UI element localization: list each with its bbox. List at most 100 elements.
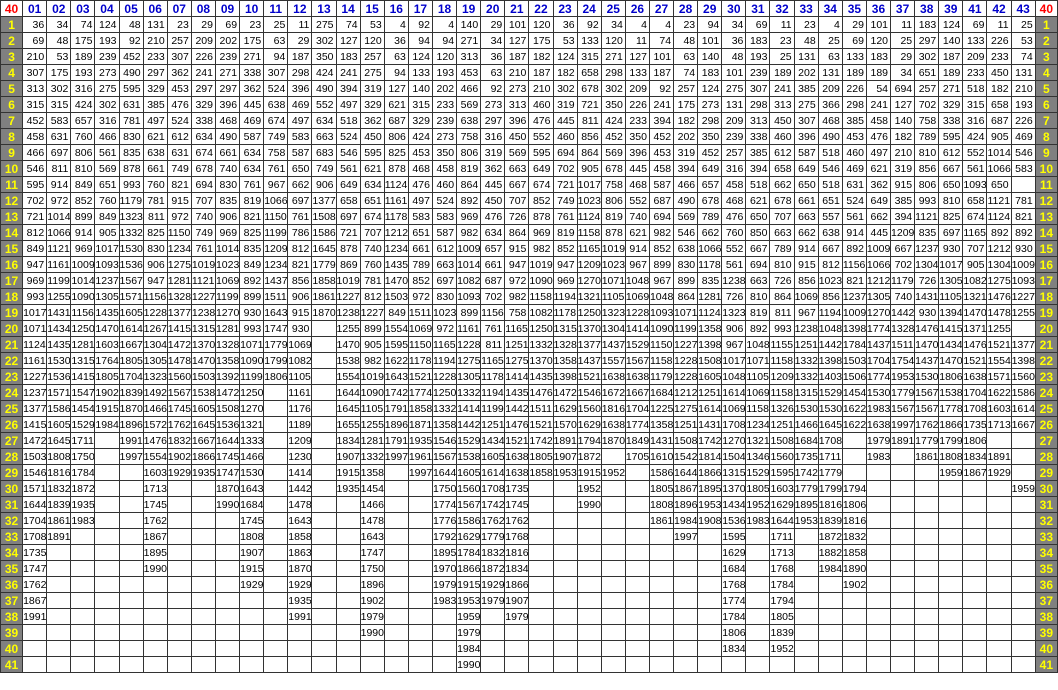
grid-cell — [914, 576, 940, 593]
grid-cell: 1858 — [407, 400, 433, 417]
grid-cell: 1019 — [335, 272, 361, 289]
grid-cell: 1858 — [287, 528, 313, 545]
grid-cell: 1547 — [70, 384, 96, 401]
grid-cell — [600, 624, 626, 641]
grid-cell: 749 — [552, 192, 578, 209]
grid-cell: 233 — [624, 112, 650, 129]
grid-cell — [841, 432, 867, 449]
grid-cell: 1069 — [624, 288, 650, 305]
grid-cell: 687 — [480, 272, 506, 289]
grid-cell: 1048 — [721, 368, 747, 385]
grid-cell: 1121 — [46, 240, 72, 257]
grid-cell: 468 — [624, 176, 650, 193]
grid-cell: 1997 — [673, 528, 699, 545]
grid-cell: 338 — [190, 112, 216, 129]
grid-cell: 298 — [287, 64, 313, 81]
grid-cell: 1861 — [648, 512, 675, 529]
grid-cell: 1228 — [673, 368, 699, 385]
grid-cell: 552 — [311, 96, 337, 113]
grid-cell: 1165 — [480, 352, 506, 369]
grid-cell: 1929 — [480, 576, 506, 593]
grid-cell — [914, 624, 940, 641]
grid-cell: 189 — [769, 64, 795, 81]
grid-cell — [600, 608, 626, 625]
row-label-left: 34 — [0, 544, 24, 561]
grid-cell — [263, 512, 289, 529]
grid-cell — [1010, 320, 1036, 337]
grid-cell — [311, 560, 337, 577]
grid-cell: 140 — [407, 80, 433, 97]
grid-cell: 1605 — [456, 464, 482, 481]
grid-cell — [986, 576, 1012, 593]
grid-cell: 1199 — [480, 400, 506, 417]
grid-cell: 1156 — [480, 304, 506, 321]
grid-cell — [311, 576, 337, 593]
grid-cell — [962, 640, 988, 657]
row-label-right: 21 — [1034, 336, 1058, 353]
grid-cell: 1165 — [576, 240, 602, 257]
grid-cell: 1839 — [118, 384, 144, 401]
grid-cell: 1093 — [648, 304, 675, 321]
grid-cell — [890, 608, 916, 625]
table-row: 16 947 1161 1009 1093 1536 906 1275 1019 1023 849 1… — [0, 256, 1058, 273]
grid-cell: 1586 — [311, 224, 337, 241]
grid-cell — [673, 544, 699, 561]
grid-cell: 1863 — [287, 544, 313, 561]
grid-cell — [1010, 512, 1036, 529]
grid-cell — [769, 656, 795, 673]
table-row: 25 1377 1586 1454 1915 1870 1466 1745 1605 1508 12… — [0, 400, 1058, 417]
grid-cell — [962, 656, 988, 673]
grid-cell: 34 — [600, 16, 626, 33]
grid-cell: 1209 — [769, 368, 795, 385]
grid-cell: 1332 — [456, 384, 482, 401]
grid-cell — [118, 608, 144, 625]
grid-cell: 450 — [769, 112, 795, 129]
grid-cell: 1867 — [142, 528, 168, 545]
grid-cell: 892 — [841, 240, 867, 257]
grid-cell: 583 — [46, 112, 72, 129]
grid-cell: 469 — [287, 96, 313, 113]
grid-cell: 687 — [986, 112, 1012, 129]
table-row: 6 315 315 424 302 631 385 476 329 396 445 638 469 552… — [0, 96, 1058, 113]
grid-cell — [793, 624, 819, 641]
grid-cell: 1227 — [673, 336, 699, 353]
row-label-left: 32 — [0, 512, 24, 529]
grid-cell: 561 — [962, 160, 988, 177]
grid-cell: 1281 — [697, 288, 723, 305]
grid-cell — [263, 576, 289, 593]
grid-cell — [311, 416, 337, 433]
grid-cell: 1069 — [721, 400, 747, 417]
grid-cell: 1595 — [721, 528, 747, 545]
grid-cell: 1165 — [962, 224, 988, 241]
grid-cell: 810 — [745, 288, 771, 305]
grid-cell: 749 — [263, 128, 289, 145]
grid-cell: 53 — [46, 48, 72, 65]
grid-cell — [576, 512, 602, 529]
grid-cell: 546 — [22, 160, 48, 177]
grid-cell: 914 — [46, 176, 72, 193]
grid-cell: 707 — [962, 240, 988, 257]
grid-cell: 621 — [865, 160, 892, 177]
grid-cell: 394 — [648, 112, 675, 129]
grid-cell — [865, 464, 892, 481]
grid-cell: 1806 — [938, 368, 964, 385]
grid-cell: 1959 — [938, 464, 964, 481]
column-header: 37 — [890, 0, 916, 17]
grid-cell: 1251 — [480, 416, 506, 433]
grid-cell: 120 — [600, 32, 626, 49]
grid-cell: 1708 — [962, 400, 988, 417]
grid-cell: 1586 — [456, 512, 482, 529]
grid-cell — [504, 656, 530, 673]
grid-cell — [865, 624, 892, 641]
grid-cell — [528, 480, 554, 497]
grid-cell — [793, 560, 819, 577]
row-label-left: 21 — [0, 336, 24, 353]
grid-cell: 69 — [745, 16, 771, 33]
grid-cell — [70, 528, 96, 545]
grid-cell: 1414 — [624, 320, 650, 337]
grid-cell: 490 — [311, 80, 337, 97]
grid-cell: 702 — [480, 288, 506, 305]
grid-cell: 651 — [817, 192, 843, 209]
grid-cell — [214, 512, 241, 529]
grid-cell — [793, 608, 819, 625]
